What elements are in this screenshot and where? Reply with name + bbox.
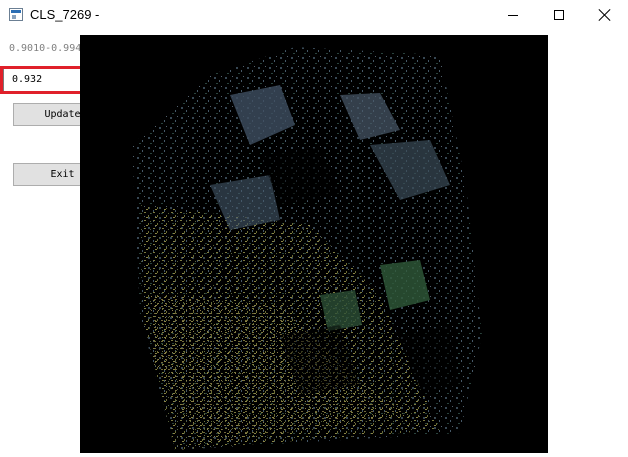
close-icon — [598, 8, 612, 22]
maximize-icon — [554, 10, 564, 20]
title-bar[interactable]: CLS_7269 - — [0, 0, 628, 31]
classification-image-view[interactable] — [80, 35, 548, 453]
control-panel — [0, 31, 80, 451]
range-label: 0.9010-0.9940 — [9, 43, 88, 54]
window-title: CLS_7269 - — [30, 7, 100, 22]
client-area: 0.9010-0.9940 Update Exit — [0, 31, 628, 457]
app-window: CLS_7269 - 0.9010-0.9940 Update Exit — [0, 0, 628, 457]
app-window-icon — [9, 8, 23, 21]
raster-image — [132, 47, 482, 450]
minimize-button[interactable] — [490, 0, 536, 31]
close-button[interactable] — [582, 0, 628, 31]
maximize-button[interactable] — [536, 0, 582, 31]
minimize-icon — [508, 15, 518, 16]
